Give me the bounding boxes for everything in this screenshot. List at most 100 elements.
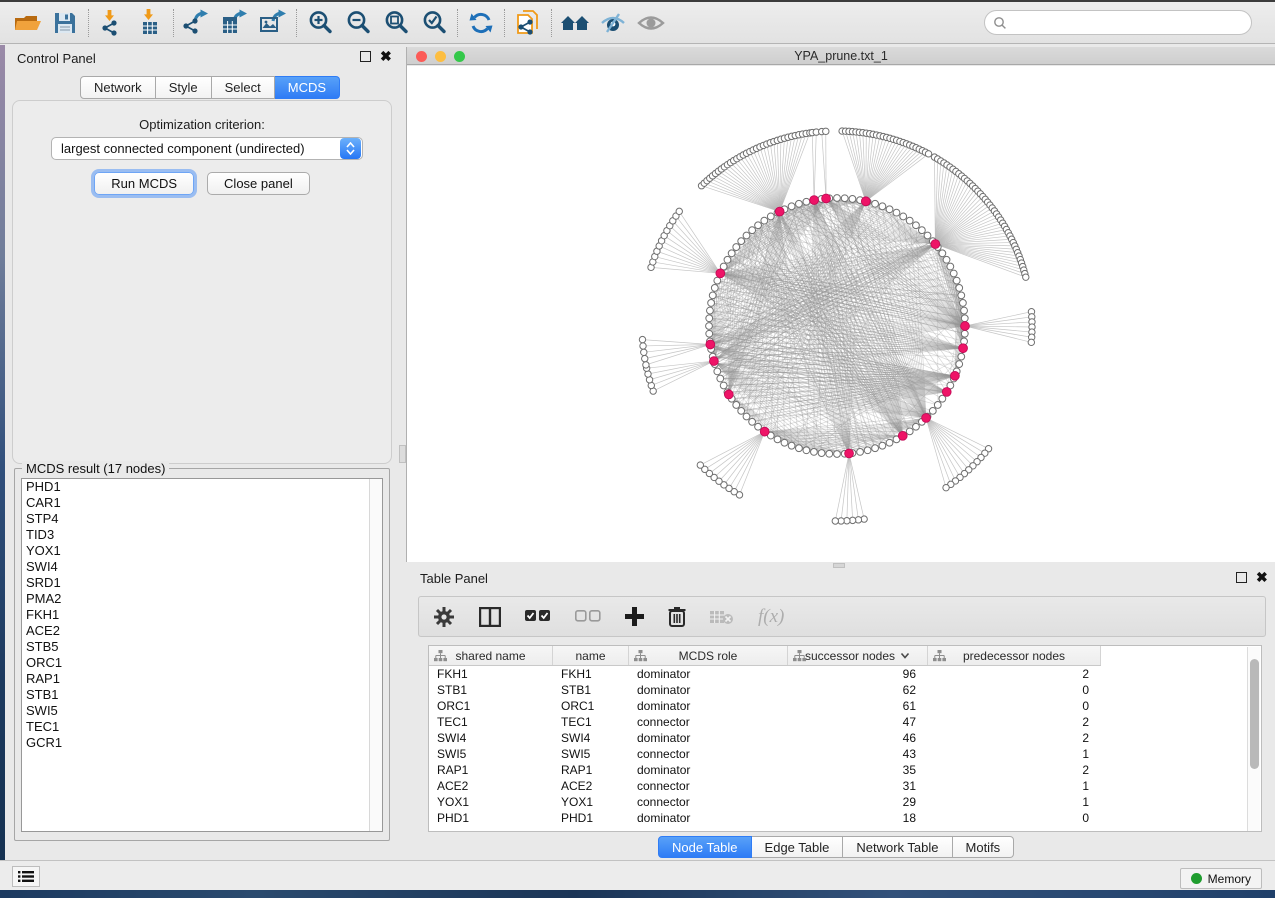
column-header-shared-name[interactable]: shared name <box>429 646 553 665</box>
mcds-result-item[interactable]: SWI4 <box>22 559 382 575</box>
refresh-button[interactable] <box>462 6 500 40</box>
table-cell: 0 <box>928 810 1101 826</box>
mcds-result-item[interactable]: PMA2 <box>22 591 382 607</box>
export-table-button[interactable] <box>216 6 254 40</box>
mcds-result-item[interactable]: GCR1 <box>22 735 382 751</box>
table-cell: 31 <box>788 778 928 794</box>
mcds-result-list[interactable]: PHD1CAR1STP4TID3YOX1SWI4SRD1PMA2FKH1ACE2… <box>21 478 383 832</box>
memory-button[interactable]: Memory <box>1180 868 1262 889</box>
mcds-result-item[interactable]: TEC1 <box>22 719 382 735</box>
float-panel-icon[interactable] <box>360 51 371 62</box>
table-row[interactable]: SWI5SWI5connector431 <box>429 746 1101 762</box>
copy-network-icon <box>515 9 541 37</box>
criterion-dropdown[interactable]: largest connected component (undirected) <box>51 137 363 160</box>
tab-style[interactable]: Style <box>156 76 212 99</box>
network-graph[interactable] <box>407 66 1275 562</box>
table-row[interactable]: ORC1ORC1dominator610 <box>429 698 1101 714</box>
tab-mcds[interactable]: MCDS <box>275 76 340 99</box>
mcds-result-item[interactable]: PHD1 <box>22 479 382 495</box>
table-row[interactable]: TEC1TEC1connector472 <box>429 714 1101 730</box>
table-cell: 1 <box>928 778 1101 794</box>
mcds-result-item[interactable]: RAP1 <box>22 671 382 687</box>
copy-network-button[interactable] <box>509 6 547 40</box>
close-table-panel-icon[interactable]: ✖ <box>1256 572 1268 583</box>
tab-network[interactable]: Network <box>80 76 156 99</box>
columns-button[interactable] <box>479 607 501 627</box>
column-header-successor-nodes[interactable]: successor nodes <box>788 646 928 665</box>
table-row[interactable]: SWI4SWI4dominator462 <box>429 730 1101 746</box>
vertical-splitter-handle[interactable] <box>399 445 406 463</box>
criterion-dropdown-value: largest connected component (undirected) <box>52 141 340 156</box>
mcds-result-item[interactable]: FKH1 <box>22 607 382 623</box>
table-row[interactable]: FKH1FKH1dominator962 <box>429 666 1101 682</box>
mcds-result-item[interactable]: SRD1 <box>22 575 382 591</box>
hide-details-button[interactable] <box>594 6 632 40</box>
mcds-result-item[interactable]: ORC1 <box>22 655 382 671</box>
column-header-predecessor-nodes[interactable]: predecessor nodes <box>928 646 1101 665</box>
gear-button[interactable] <box>433 606 455 628</box>
table-row[interactable]: YOX1YOX1connector291 <box>429 794 1101 810</box>
zoom-out-button[interactable] <box>339 6 377 40</box>
trash-button[interactable] <box>668 606 686 627</box>
table-row[interactable]: PHD1PHD1dominator180 <box>429 810 1101 826</box>
add-button[interactable] <box>625 607 644 626</box>
network-window-titlebar[interactable]: YPA_prune.txt_1 <box>407 47 1275 65</box>
table-cell: dominator <box>629 666 788 682</box>
table-cell: connector <box>629 714 788 730</box>
show-details-button[interactable] <box>632 6 670 40</box>
tab-motifs[interactable]: Motifs <box>953 836 1015 858</box>
mcds-result-item[interactable]: STP4 <box>22 511 382 527</box>
table-row[interactable]: ACE2ACE2connector311 <box>429 778 1101 794</box>
tab-select[interactable]: Select <box>212 76 275 99</box>
table-scrollbar[interactable] <box>1247 647 1260 832</box>
mcds-list-scrollbar[interactable] <box>369 479 382 831</box>
import-table-button[interactable] <box>131 6 169 40</box>
mcds-result-item[interactable]: SWI5 <box>22 703 382 719</box>
table-row[interactable]: STB1STB1dominator620 <box>429 682 1101 698</box>
table-cell: ACE2 <box>553 778 629 794</box>
mcds-result-item[interactable]: YOX1 <box>22 543 382 559</box>
mcds-result-item[interactable]: STB1 <box>22 687 382 703</box>
save-button[interactable] <box>46 6 84 40</box>
run-mcds-button[interactable]: Run MCDS <box>94 172 194 195</box>
table-cell: dominator <box>629 810 788 826</box>
mcds-result-item[interactable]: ACE2 <box>22 623 382 639</box>
table-cell: 2 <box>928 666 1101 682</box>
close-panel-button[interactable]: Close panel <box>207 172 310 195</box>
import-network-button[interactable] <box>93 6 131 40</box>
select-all-button[interactable] <box>525 610 551 623</box>
column-header-MCDS-role[interactable]: MCDS role <box>629 646 788 665</box>
column-header-name[interactable]: name <box>553 646 629 665</box>
search-input[interactable] <box>984 10 1252 35</box>
mcds-result-group: MCDS result (17 nodes) PHD1CAR1STP4TID3Y… <box>14 468 390 841</box>
table-cell: 35 <box>788 762 928 778</box>
zoom-fit-button[interactable] <box>377 6 415 40</box>
export-image-button[interactable] <box>254 6 292 40</box>
export-network-button[interactable] <box>178 6 216 40</box>
mcds-result-item[interactable]: STB5 <box>22 639 382 655</box>
tab-network-table[interactable]: Network Table <box>843 836 952 858</box>
table-toolbar: f(x) <box>418 596 1266 637</box>
table-cell: 1 <box>928 746 1101 762</box>
mcds-result-item[interactable]: CAR1 <box>22 495 382 511</box>
tab-edge-table[interactable]: Edge Table <box>752 836 844 858</box>
mcds-result-item[interactable]: TID3 <box>22 527 382 543</box>
zoom-selected-button[interactable] <box>415 6 453 40</box>
first-neighbors-icon <box>560 11 590 35</box>
zoom-in-button[interactable] <box>301 6 339 40</box>
table-header-row: shared namenameMCDS rolesuccessor nodesp… <box>429 646 1101 666</box>
table-cell: connector <box>629 794 788 810</box>
control-panel-title: Control Panel <box>17 51 96 66</box>
table-row[interactable]: RAP1RAP1dominator352 <box>429 762 1101 778</box>
network-canvas[interactable] <box>407 66 1275 562</box>
deselect-all-button[interactable] <box>575 610 601 623</box>
table-scrollbar-thumb[interactable] <box>1250 659 1259 769</box>
first-neighbors-button[interactable] <box>556 6 594 40</box>
tab-node-table[interactable]: Node Table <box>658 836 752 858</box>
control-panel: Control Panel ✖ Network Style Select MCD… <box>5 47 400 860</box>
float-table-panel-icon[interactable] <box>1236 572 1247 583</box>
open-folder-button[interactable] <box>8 6 46 40</box>
delete-table-button <box>710 609 734 625</box>
task-history-button[interactable] <box>12 866 40 887</box>
close-panel-icon[interactable]: ✖ <box>380 51 392 62</box>
